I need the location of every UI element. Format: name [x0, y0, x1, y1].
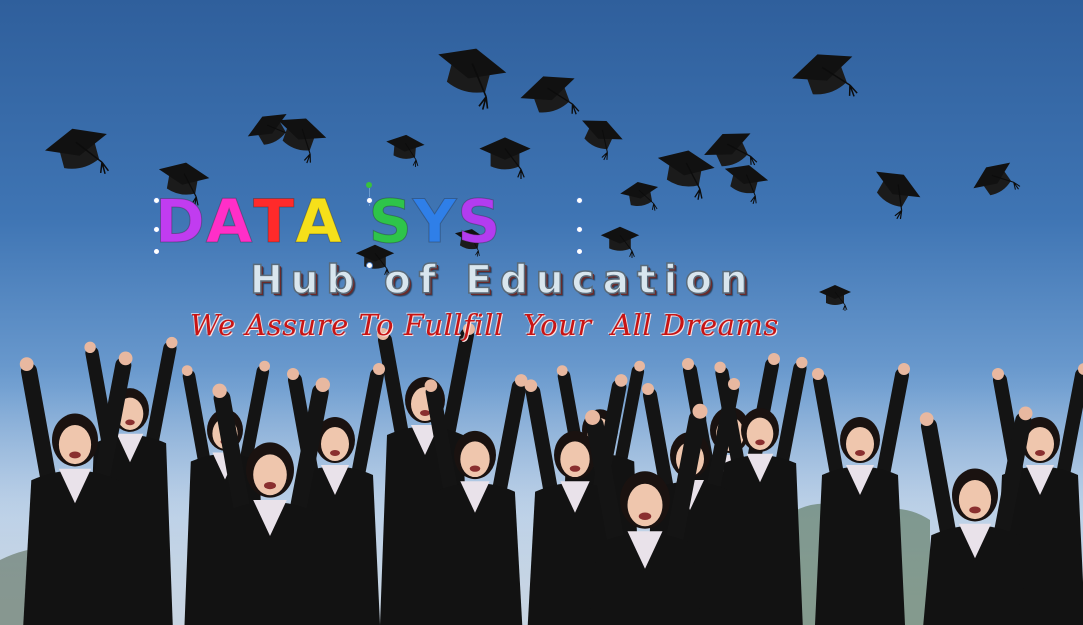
- raised-arm: [182, 369, 212, 473]
- raised-arm: [875, 368, 909, 487]
- hand: [377, 328, 389, 340]
- hand: [524, 379, 538, 393]
- graduation-banner: DATA SYS Hub of Education We Assure To F…: [0, 0, 1083, 625]
- hand: [992, 368, 1004, 380]
- hand: [287, 368, 299, 380]
- smiling-mouth: [125, 419, 135, 426]
- hand: [556, 365, 568, 376]
- hand: [768, 353, 780, 365]
- raised-arm: [440, 328, 474, 447]
- hand: [19, 357, 34, 371]
- smiling-mouth: [264, 482, 276, 490]
- smiling-mouth: [1035, 450, 1045, 456]
- smiling-mouth: [69, 451, 81, 459]
- raised-arm: [20, 362, 58, 495]
- hand: [181, 365, 193, 376]
- hand: [424, 379, 438, 393]
- hand: [212, 383, 227, 398]
- hand: [692, 403, 708, 419]
- hand: [728, 378, 740, 390]
- smiling-mouth: [638, 512, 652, 520]
- hand: [118, 351, 133, 366]
- raised-arm: [350, 368, 384, 487]
- hand: [585, 410, 600, 425]
- hand: [1018, 406, 1033, 421]
- hand: [898, 363, 910, 375]
- hand: [714, 361, 726, 373]
- hand: [373, 363, 385, 375]
- hand: [259, 360, 270, 372]
- smiling-mouth: [330, 450, 340, 456]
- hand: [796, 356, 808, 369]
- hand: [642, 383, 654, 395]
- hand: [812, 368, 824, 380]
- hand: [463, 323, 475, 335]
- hand: [614, 374, 628, 387]
- raised-arm: [1055, 368, 1083, 487]
- hand: [634, 360, 645, 372]
- smiling-mouth: [969, 506, 981, 514]
- smiling-mouth: [569, 465, 581, 472]
- raised-arm: [774, 361, 807, 475]
- smiling-mouth: [755, 439, 765, 446]
- raised-arm: [525, 384, 560, 505]
- raised-arm: [920, 417, 958, 550]
- raised-arm: [490, 379, 527, 505]
- hand: [682, 358, 694, 370]
- smiling-mouth: [420, 410, 430, 416]
- smiling-mouth: [855, 450, 865, 456]
- raised-arm: [378, 333, 410, 447]
- hand: [315, 377, 330, 392]
- smiling-mouth: [469, 465, 481, 472]
- graduates-crowd: [19, 323, 1083, 625]
- raised-arm: [813, 373, 845, 487]
- hand: [919, 412, 934, 426]
- hand: [166, 336, 178, 349]
- raised-arm: [144, 341, 177, 455]
- hand: [84, 341, 96, 353]
